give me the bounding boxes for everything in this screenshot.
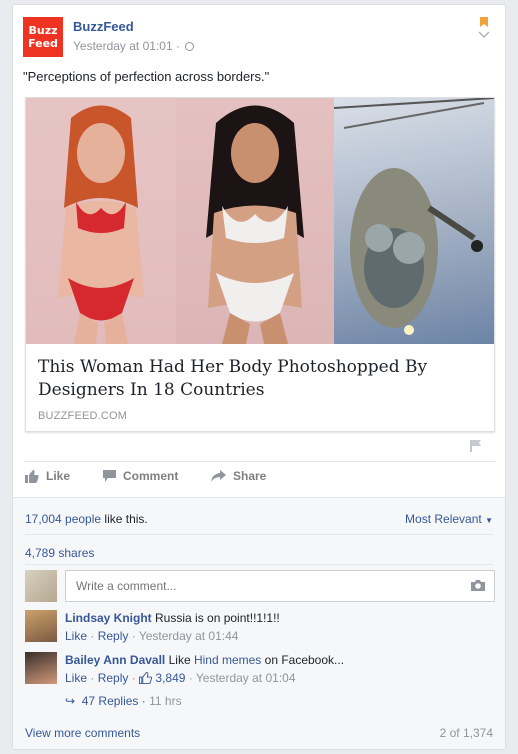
post-card: Buzz Feed BuzzFeed Yesterday at 01:01 · … xyxy=(12,4,506,750)
thumbs-up-icon xyxy=(25,469,39,483)
comment-time[interactable]: Yesterday at 01:04 xyxy=(196,671,296,685)
comment-text: Russia is on point!!1!1!! xyxy=(155,611,280,625)
like-label: Like xyxy=(46,469,71,483)
shares-divider xyxy=(25,564,493,565)
comment-like-link[interactable]: Like xyxy=(65,629,87,643)
comment-sort-label: Most Relevant xyxy=(405,512,482,526)
link-domain: BUZZFEED.COM xyxy=(38,410,128,422)
comment-body: Lindsay Knight Russia is on point!!1!1!!… xyxy=(65,610,495,644)
comments-count: 2 of 1,374 xyxy=(439,726,493,740)
comment-input[interactable] xyxy=(65,570,495,602)
commenter-avatar[interactable] xyxy=(25,610,57,642)
comment-body: Bailey Ann Davall Like Hind memes on Fac… xyxy=(65,652,495,686)
link-preview-image[interactable] xyxy=(26,98,494,344)
view-more-comments-link[interactable]: View more comments xyxy=(25,726,140,740)
likes-summary-rest: like this. xyxy=(101,512,148,526)
link-preview-card[interactable]: This Woman Had Her Body Photoshopped By … xyxy=(25,97,495,432)
comment-like-count[interactable]: 3,849 xyxy=(155,671,185,685)
image-panel-red-bikini xyxy=(26,98,176,344)
comment-button[interactable]: Comment xyxy=(103,469,178,483)
tagged-page-link[interactable]: Hind memes xyxy=(194,653,261,667)
image-panel-white-bikini xyxy=(176,98,334,344)
comment-label: Comment xyxy=(123,469,179,483)
replies-time: 11 hrs xyxy=(149,694,182,708)
post-header: Buzz Feed BuzzFeed Yesterday at 01:01 · xyxy=(23,15,493,57)
comment-reply-link[interactable]: Reply xyxy=(98,671,129,685)
post-timestamp[interactable]: Yesterday at 01:01 xyxy=(73,39,173,53)
commenter-name[interactable]: Lindsay Knight xyxy=(65,611,152,625)
share-arrow-icon xyxy=(211,470,226,482)
likes-divider xyxy=(25,534,493,535)
view-replies-link[interactable]: ↪ 47 Replies · 11 hrs xyxy=(65,694,182,708)
comment-bubble-icon xyxy=(103,470,116,482)
comment-reply-link[interactable]: Reply xyxy=(98,629,129,643)
buzzfeed-logo[interactable]: Buzz Feed xyxy=(23,17,63,57)
image-panel-helicopter xyxy=(334,98,494,344)
share-label: Share xyxy=(233,469,267,483)
link-title[interactable]: This Woman Had Her Body Photoshopped By … xyxy=(38,356,478,402)
post-text: "Perceptions of perfection across border… xyxy=(23,69,270,84)
comment-text-pre: Like xyxy=(165,653,194,667)
feedback-section: 17,004 people like this. Most Relevant ▼… xyxy=(13,497,505,749)
commenter-avatar[interactable] xyxy=(25,652,57,684)
comment-text-post: on Facebook... xyxy=(261,653,345,667)
commenter-name[interactable]: Bailey Ann Davall xyxy=(65,653,165,667)
like-count-thumb-icon xyxy=(139,672,153,684)
current-user-avatar[interactable] xyxy=(25,570,57,602)
meta-separator: · xyxy=(175,39,180,53)
comment-like-link[interactable]: Like xyxy=(65,671,87,685)
reply-arrow-icon: ↪ xyxy=(65,694,76,708)
share-button[interactable]: Share xyxy=(211,469,266,483)
post-options-chevron-icon[interactable] xyxy=(477,17,491,41)
comment-meta: Like · Reply · Yesterday at 01:44 xyxy=(65,629,239,643)
comment-sort-dropdown[interactable]: Most Relevant ▼ xyxy=(405,512,493,526)
actions-divider xyxy=(25,461,495,462)
like-button[interactable]: Like xyxy=(25,469,70,483)
shares-count-link[interactable]: 4,789 shares xyxy=(25,546,94,560)
globe-icon xyxy=(185,42,195,51)
comment-time[interactable]: Yesterday at 01:44 xyxy=(139,629,239,643)
replies-count: 47 Replies xyxy=(81,694,139,708)
likes-count-link[interactable]: 17,004 people xyxy=(25,512,101,526)
caret-down-icon: ▼ xyxy=(485,516,493,525)
comment-meta: Like · Reply · 3,849 · Yesterday at 01:0… xyxy=(65,671,296,685)
flag-icon[interactable] xyxy=(469,439,483,453)
write-comment-row xyxy=(25,570,495,602)
post-meta: Yesterday at 01:01 · xyxy=(73,39,195,53)
camera-icon[interactable] xyxy=(471,579,485,591)
likes-summary: 17,004 people like this. xyxy=(25,512,148,526)
action-bar: Like Comment Share xyxy=(25,469,495,489)
page-name-link[interactable]: BuzzFeed xyxy=(73,19,134,34)
